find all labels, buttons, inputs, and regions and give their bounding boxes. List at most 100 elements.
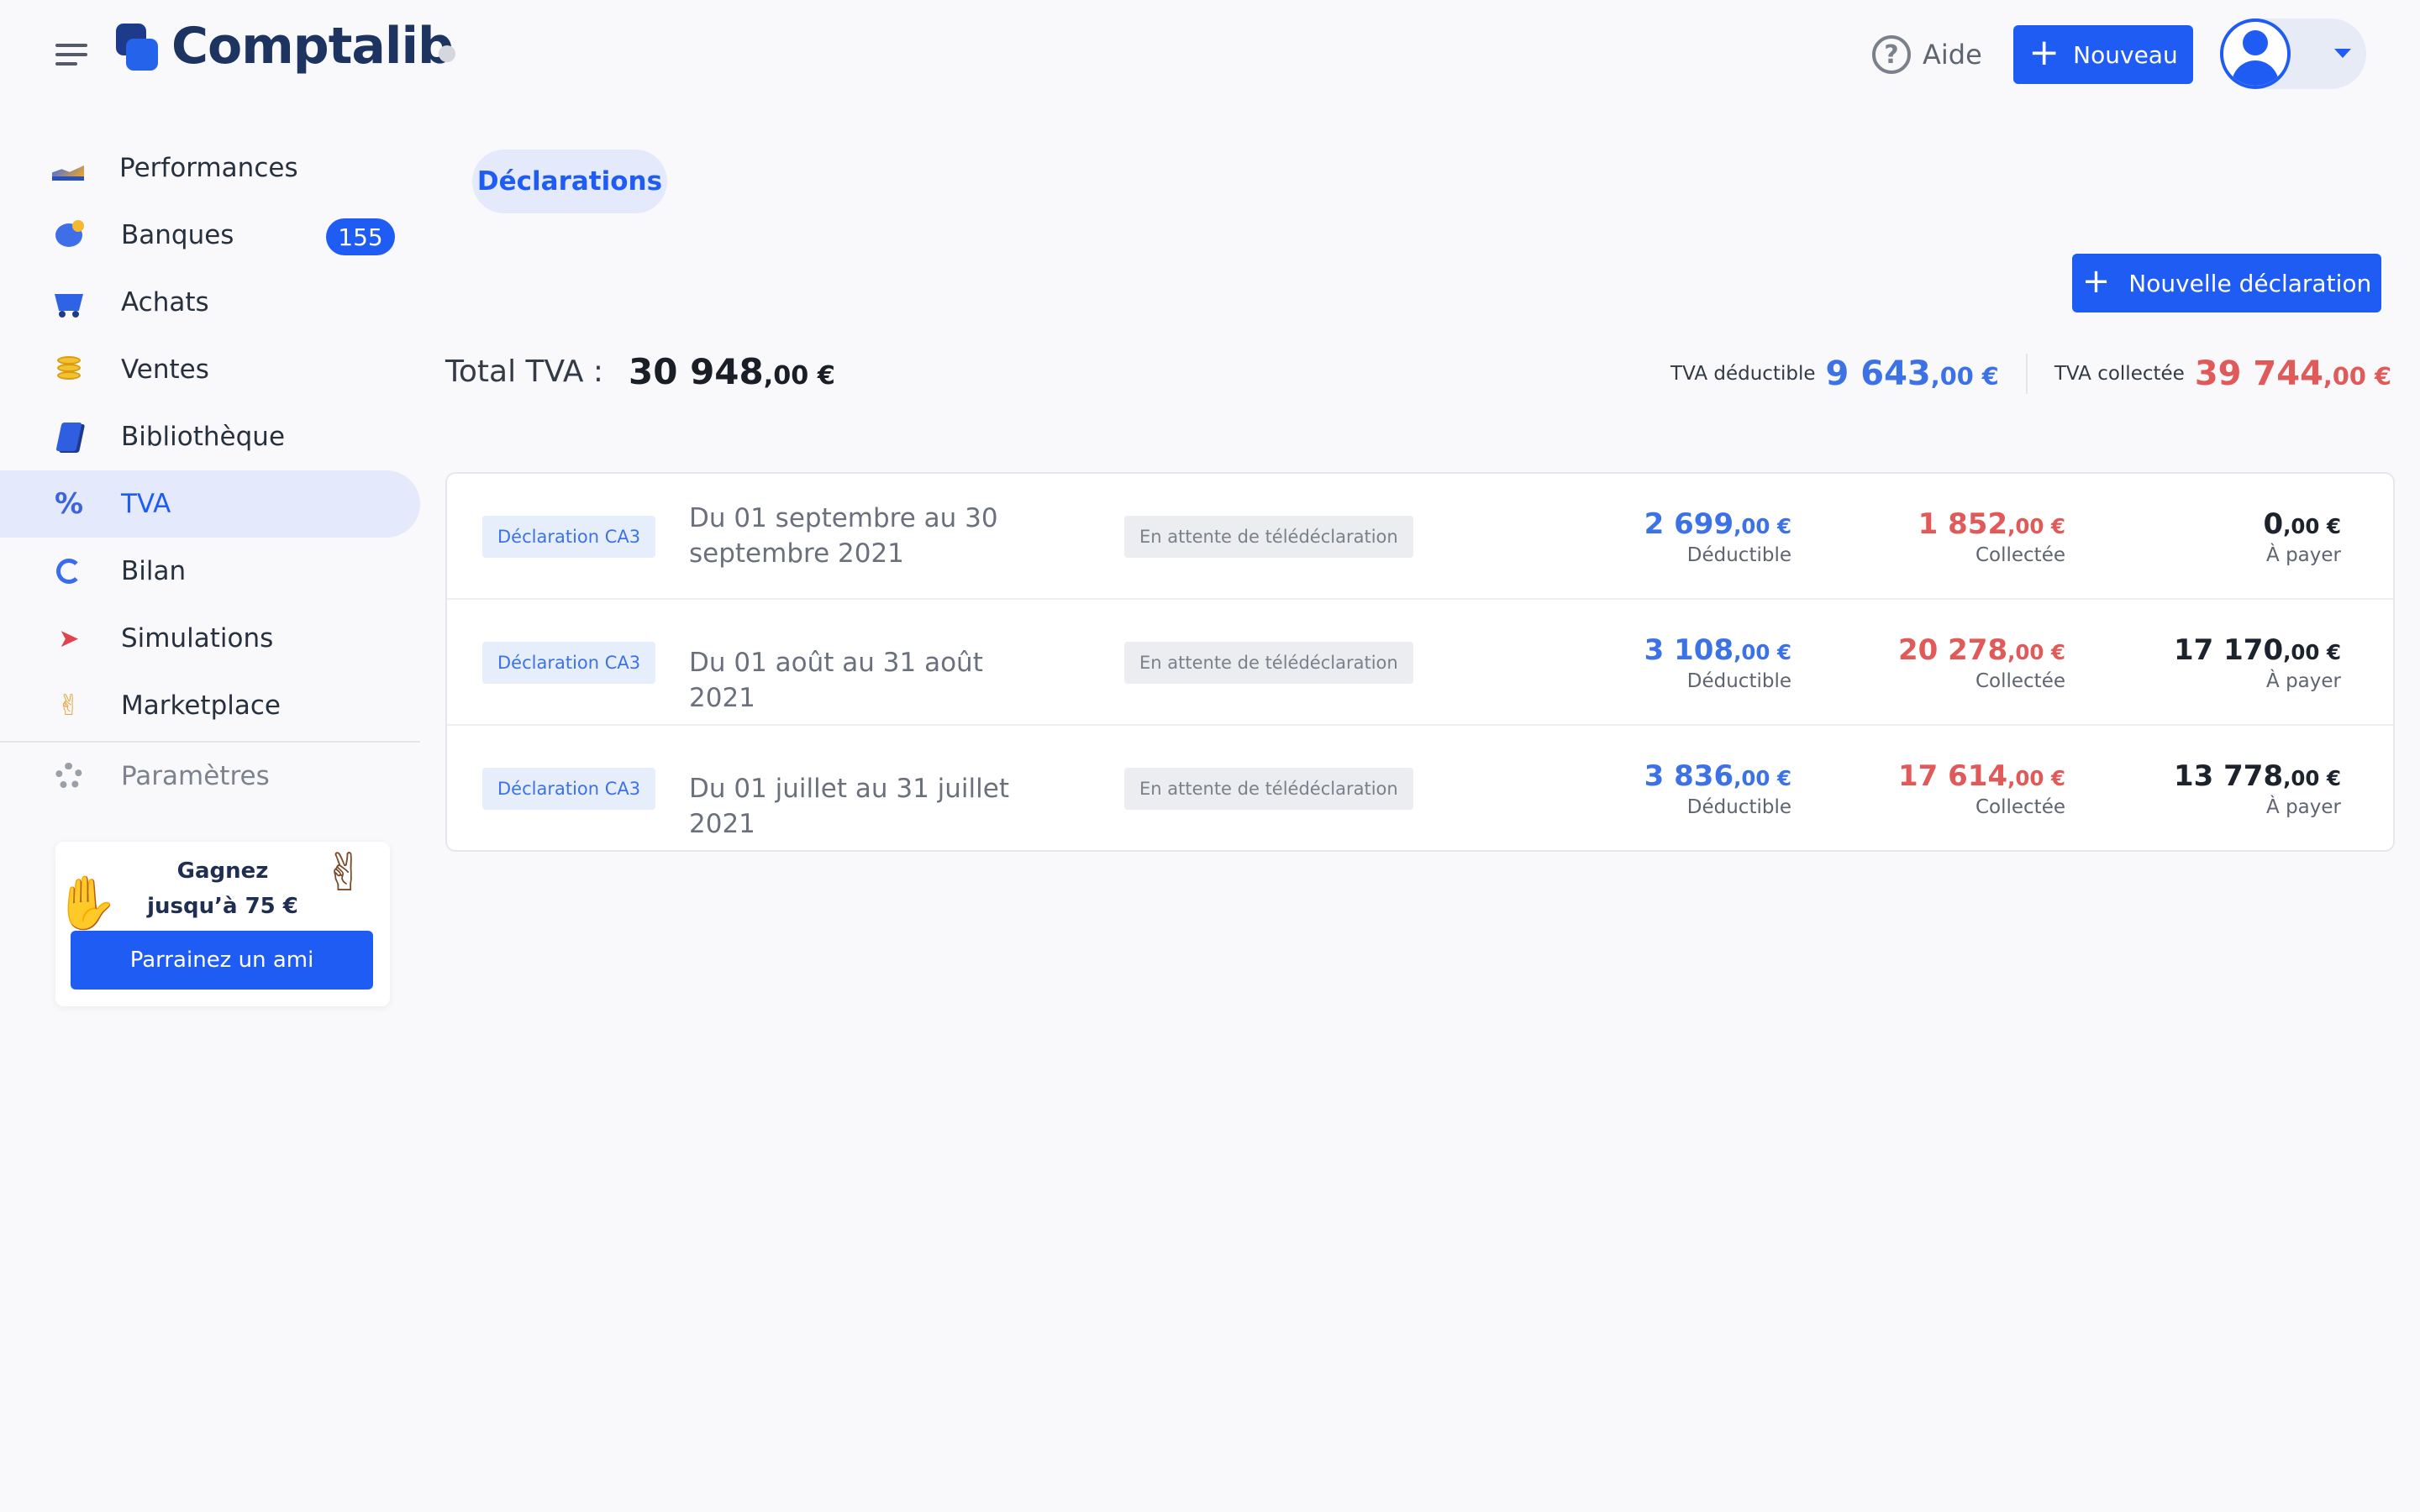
declaration-type-badge: Déclaration CA3 [482, 768, 656, 810]
new-button-label: Nouveau [2073, 40, 2178, 69]
rocket-icon: ➤ [58, 623, 80, 654]
cart-icon [52, 286, 86, 319]
sidebar-item-label: Marketplace [121, 690, 281, 721]
amount-int: 1 852 [1918, 507, 2008, 541]
sidebar-item-label: Paramètres [121, 761, 270, 791]
sidebar-item-simulations[interactable]: ➤ Simulations [0, 605, 420, 672]
referral-text: Gagnez jusqu’à 75 € [55, 853, 390, 924]
sidebar-item-parametres[interactable]: Paramètres [0, 743, 420, 810]
menu-icon[interactable] [55, 42, 91, 67]
period-line-2: septembre 2021 [689, 538, 904, 569]
help-label: Aide [1923, 39, 1982, 71]
gear-icon [52, 759, 86, 793]
payable-amount: 13 778,00 € À payer [2174, 759, 2341, 819]
amount-int: 2 699 [1644, 507, 1734, 541]
sidebar-item-ventes[interactable]: Ventes [0, 336, 420, 403]
amount-int: 17 170 [2173, 633, 2284, 667]
collected-amount: 1 852,00 € Collectée [1918, 507, 2065, 567]
amount-label: À payer [2266, 796, 2341, 818]
tva-deductible-value: 9 643,00 € [1826, 354, 1999, 393]
amount-int: 13 778 [2173, 759, 2284, 793]
sidebar-item-bibliotheque[interactable]: Bibliothèque [0, 403, 420, 470]
sidebar: Performances Banques 155 Achats Ventes B… [0, 134, 420, 810]
sidebar-item-label: Bilan [121, 556, 187, 586]
count-badge: 155 [326, 218, 395, 255]
tva-collected-label: TVA collectée [2054, 363, 2185, 385]
amount-label: À payer [2266, 544, 2341, 566]
status-dot [439, 45, 455, 62]
sidebar-item-bilan[interactable]: Bilan [0, 538, 420, 605]
amount-int: 3 836 [1644, 759, 1734, 793]
help-button[interactable]: ? Aide [1872, 32, 1982, 77]
sidebar-item-marketplace[interactable]: ✌ Marketplace [0, 672, 420, 739]
tva-summary: TVA déductible 9 643,00 € TVA collectée … [1670, 353, 2391, 395]
deductible-amount: 3 108,00 € Déductible [1644, 633, 1791, 693]
tva-deductible-label: TVA déductible [1670, 363, 1816, 385]
amount-dec: ,00 € [2007, 640, 2065, 664]
status-badge: En attente de télédéclaration [1124, 768, 1413, 810]
sidebar-item-label: Achats [121, 287, 209, 318]
app-header: Comptalib ? Aide + Nouveau [0, 0, 2420, 109]
period-line-1: Du 01 août au 31 août 2021 [689, 648, 983, 713]
payable-amount: 0,00 € À payer [2263, 507, 2341, 567]
collected-amount: 17 614,00 € Collectée [1898, 759, 2065, 819]
total-tva-int: 30 948 [629, 351, 764, 392]
coins-icon [52, 353, 86, 386]
table-row[interactable]: Déclaration CA3 Du 01 septembre au 30 se… [447, 474, 2393, 600]
deductible-amount: 2 699,00 € Déductible [1644, 507, 1791, 567]
tva-deductible-summary: TVA déductible 9 643,00 € [1670, 354, 1999, 393]
piggy-bank-icon [52, 218, 86, 252]
chevron-down-icon [2334, 49, 2351, 58]
amount-int: 3 108 [1644, 633, 1734, 667]
amount-label: Déductible [1686, 670, 1791, 692]
new-button[interactable]: + Nouveau [2013, 25, 2193, 84]
sidebar-item-performances[interactable]: Performances [0, 134, 420, 202]
tab-declarations[interactable]: Déclarations [472, 150, 667, 213]
sidebar-item-banques[interactable]: Banques 155 [0, 202, 420, 269]
brand-name: Comptalib [171, 17, 454, 76]
account-menu[interactable] [2220, 18, 2366, 89]
new-declaration-label: Nouvelle déclaration [2128, 269, 2372, 297]
tva-deductible-int: 9 643 [1825, 354, 1931, 393]
table-row[interactable]: Déclaration CA3 Du 01 août au 31 août 20… [447, 600, 2393, 726]
percent-icon: % [54, 487, 84, 521]
referral-line-2: jusqu’à 75 € [147, 894, 298, 919]
tva-collected-value: 39 744,00 € [2195, 354, 2391, 393]
amount-dec: ,00 € [1733, 766, 1791, 790]
referral-button[interactable]: Parrainez un ami [71, 931, 373, 990]
amount-label: Déductible [1686, 544, 1791, 566]
sidebar-item-achats[interactable]: Achats [0, 269, 420, 336]
help-circle-icon: ? [1872, 35, 1911, 74]
book-icon [52, 420, 86, 454]
sidebar-item-label: TVA [121, 489, 171, 519]
new-declaration-button[interactable]: + Nouvelle déclaration [2072, 254, 2381, 312]
amount-dec: ,00 € [2007, 514, 2065, 538]
amount-int: 0 [2263, 507, 2284, 541]
total-tva-label: Total TVA : [445, 354, 604, 389]
sidebar-item-tva[interactable]: % TVA [0, 470, 420, 538]
declaration-period: Du 01 septembre au 30 septembre 2021 [689, 501, 1042, 571]
amount-int: 20 278 [1897, 633, 2008, 667]
payable-amount: 17 170,00 € À payer [2174, 633, 2341, 693]
table-row[interactable]: Déclaration CA3 Du 01 juillet au 31 juil… [447, 726, 2393, 850]
deductible-amount: 3 836,00 € Déductible [1644, 759, 1791, 819]
status-badge: En attente de télédéclaration [1124, 642, 1413, 684]
referral-line-1: Gagnez [176, 858, 269, 884]
amount-label: Collectée [1975, 670, 2065, 692]
chart-icon [52, 155, 84, 181]
plus-icon: + [2028, 31, 2060, 74]
declaration-period: Du 01 août au 31 août 2021 [689, 645, 1042, 716]
declaration-type-badge: Déclaration CA3 [482, 642, 656, 684]
tva-deductible-dec: ,00 € [1930, 362, 1999, 391]
declarations-table: Déclaration CA3 Du 01 septembre au 30 se… [445, 472, 2395, 852]
declaration-type-badge: Déclaration CA3 [482, 516, 656, 558]
referral-card: ✋ ✌ Gagnez jusqu’à 75 € Parrainez un ami [54, 842, 390, 1006]
amount-label: Collectée [1975, 544, 2065, 566]
sidebar-item-label: Performances [119, 153, 298, 183]
amount-dec: ,00 € [1733, 640, 1791, 664]
amount-int: 17 614 [1897, 759, 2008, 793]
tva-collected-int: 39 744 [2194, 354, 2323, 393]
period-line-1: Du 01 juillet au 31 juillet 2021 [689, 774, 1009, 839]
sidebar-item-label: Ventes [121, 354, 209, 385]
declaration-period: Du 01 juillet au 31 juillet 2021 [689, 771, 1042, 842]
